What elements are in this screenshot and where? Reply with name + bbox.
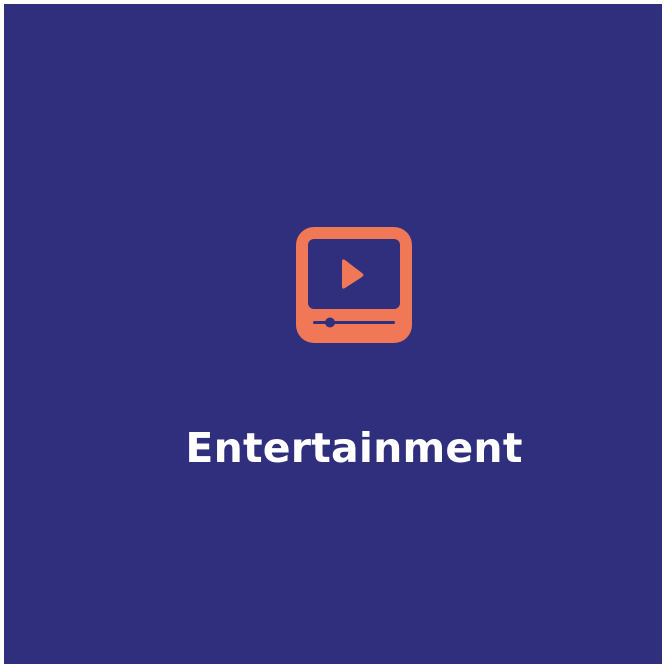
card-title: Entertainment xyxy=(185,424,523,472)
entertainment-card[interactable]: Entertainment xyxy=(4,4,662,664)
video-player-icon xyxy=(293,224,415,346)
